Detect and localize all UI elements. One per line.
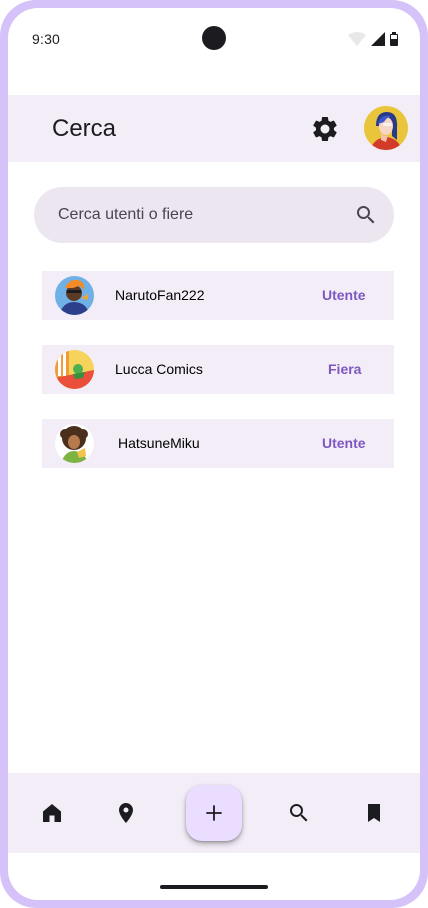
nav-map-button[interactable] — [114, 801, 138, 825]
list-item[interactable]: Lucca Comics Fiera — [42, 345, 394, 394]
nav-saved-button[interactable] — [362, 801, 386, 825]
search-icon[interactable] — [354, 203, 378, 227]
home-icon — [43, 804, 61, 822]
location-pin-icon — [119, 803, 133, 823]
nav-home-button[interactable] — [40, 801, 64, 825]
fair-avatar-icon — [55, 350, 94, 389]
wifi-icon — [348, 32, 366, 46]
camera-cutout — [202, 26, 226, 50]
user-avatar-icon — [55, 276, 94, 315]
status-icons — [348, 32, 398, 46]
list-item[interactable]: NarutoFan222 Utente — [42, 271, 394, 320]
search-icon — [290, 804, 308, 822]
result-type-badge: Utente — [322, 435, 366, 451]
user-avatar-icon — [55, 424, 94, 463]
search-input[interactable] — [58, 187, 338, 243]
result-type-badge: Utente — [322, 287, 366, 303]
gear-icon — [313, 116, 337, 141]
settings-button[interactable] — [310, 114, 340, 144]
status-bar: 9:30 — [8, 8, 420, 68]
result-name: NarutoFan222 — [115, 287, 205, 303]
nav-search-button[interactable] — [287, 801, 311, 825]
profile-avatar-icon — [364, 106, 408, 150]
list-item[interactable]: HatsuneMiku Utente — [42, 419, 394, 468]
bottom-navigation — [8, 773, 420, 853]
page-title: Cerca — [52, 115, 117, 142]
device-frame: 9:30 Cerca Cerca utenti o fiere NarutoFa… — [0, 0, 428, 908]
battery-icon — [390, 32, 398, 46]
status-time: 9:30 — [32, 31, 61, 47]
result-name: Lucca Comics — [115, 361, 203, 377]
signal-icon — [371, 32, 385, 46]
result-name: HatsuneMiku — [118, 435, 200, 451]
screen: 9:30 Cerca Cerca utenti o fiere NarutoFa… — [8, 8, 420, 900]
profile-avatar[interactable] — [364, 106, 408, 150]
home-indicator[interactable] — [160, 885, 268, 889]
add-fab-button[interactable] — [186, 785, 242, 841]
result-type-badge: Fiera — [328, 361, 362, 377]
add-icon — [206, 805, 222, 821]
top-app-bar: Cerca — [8, 95, 420, 162]
bookmark-icon — [368, 804, 380, 822]
search-bar[interactable] — [34, 187, 394, 243]
